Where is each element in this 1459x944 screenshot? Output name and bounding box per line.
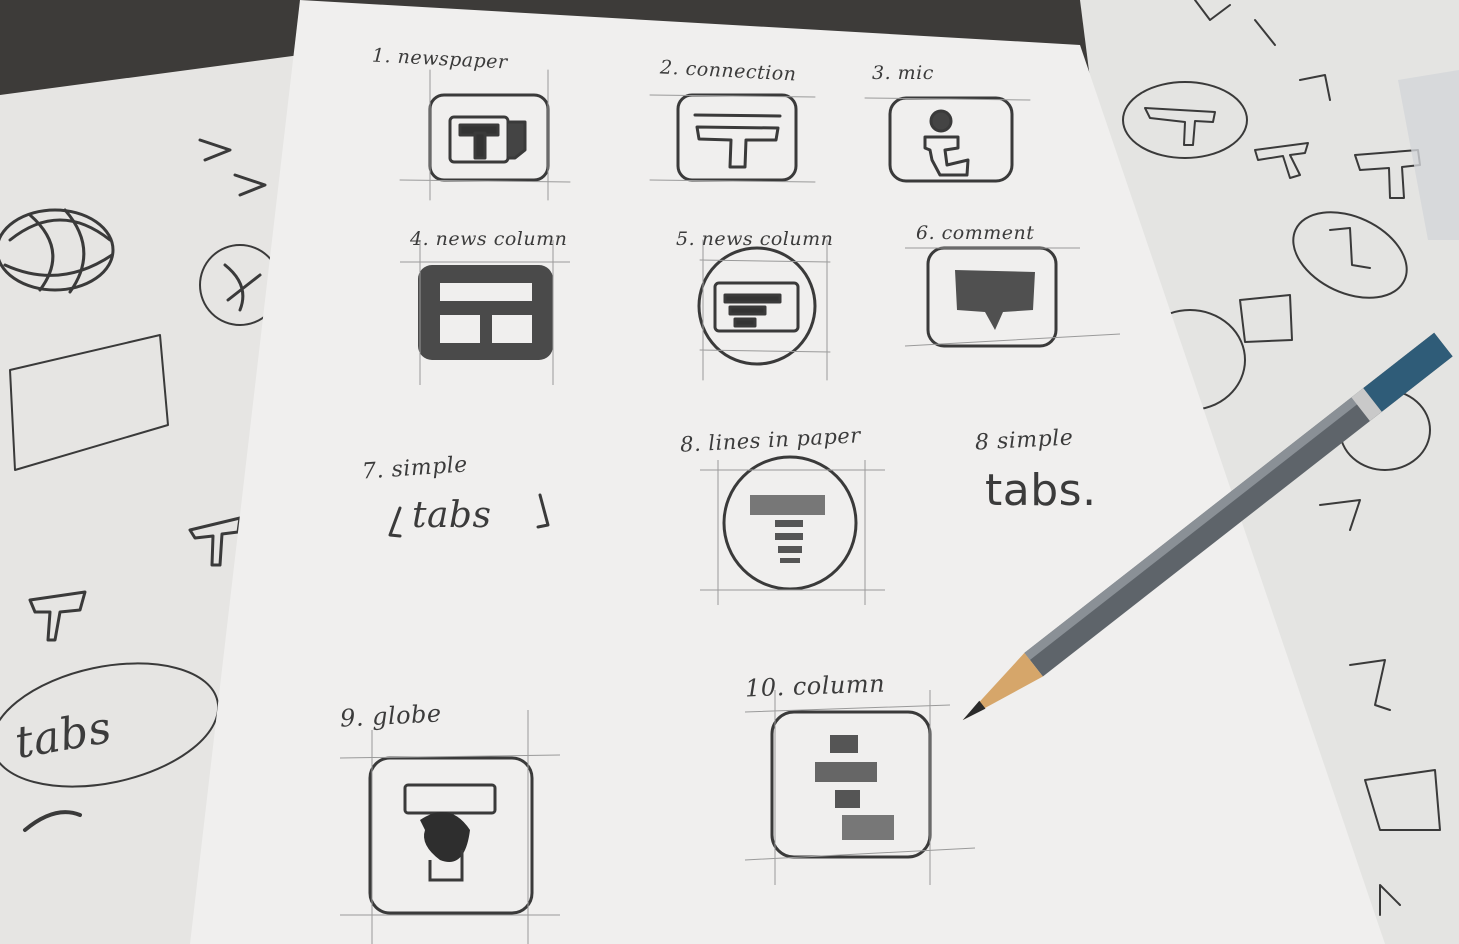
label-globe: 9. globe xyxy=(339,699,443,733)
label-tabs-8: tabs. xyxy=(985,465,1097,516)
main-sheet-drawing xyxy=(190,0,1453,944)
main-sketch-sheet: 1. newspaper 2. connection 3. mic 4. new… xyxy=(0,0,1459,944)
label-simple-8: 8 simple xyxy=(974,425,1074,456)
label-comment: 6. comment xyxy=(916,222,1035,244)
label-mic: 3. mic xyxy=(872,62,934,84)
label-column: 10. column xyxy=(744,669,886,703)
label-news-column-5: 5. news column xyxy=(676,228,834,250)
label-news-column-4: 4. news column xyxy=(410,228,568,250)
label-tabs-7: tabs xyxy=(412,495,492,536)
